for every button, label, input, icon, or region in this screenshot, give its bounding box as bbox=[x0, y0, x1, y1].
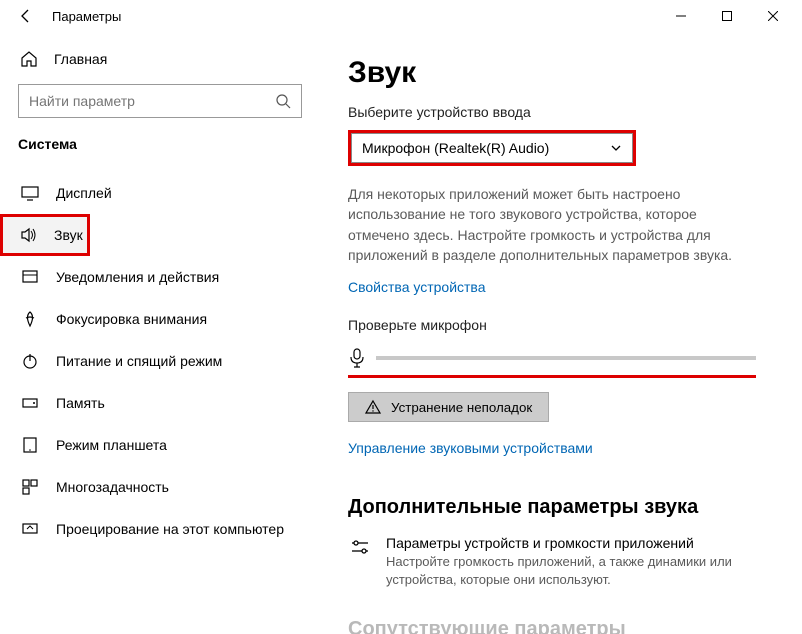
minimize-icon bbox=[676, 11, 686, 21]
nav-label: Питание и спящий режим bbox=[56, 353, 222, 369]
troubleshoot-label: Устранение неполадок bbox=[391, 400, 532, 415]
input-device-label: Выберите устройство ввода bbox=[348, 104, 774, 120]
app-volume-desc: Настройте громкость приложений, а также … bbox=[386, 553, 758, 589]
minimize-button[interactable] bbox=[658, 0, 704, 32]
chevron-down-icon bbox=[610, 142, 622, 154]
nav-label: Фокусировка внимания bbox=[56, 311, 207, 327]
microphone-icon bbox=[348, 347, 366, 369]
input-device-dropdown[interactable]: Микрофон (Realtek(R) Audio) bbox=[348, 130, 636, 166]
nav-label: Режим планшета bbox=[56, 437, 167, 453]
nav-focus[interactable]: Фокусировка внимания bbox=[0, 298, 320, 340]
nav-label: Память bbox=[56, 395, 105, 411]
arrow-left-icon bbox=[18, 8, 34, 24]
device-properties-link[interactable]: Свойства устройства bbox=[348, 279, 486, 295]
nav-label: Многозадачность bbox=[56, 479, 169, 495]
focus-icon bbox=[20, 310, 40, 328]
nav-label: Уведомления и действия bbox=[56, 269, 219, 285]
back-button[interactable] bbox=[6, 0, 46, 32]
search-icon bbox=[275, 93, 291, 109]
nav-sound[interactable]: Звук bbox=[0, 214, 90, 256]
sidebar-section-header: Система bbox=[0, 132, 320, 172]
manage-devices-link[interactable]: Управление звуковыми устройствами bbox=[348, 440, 593, 456]
nav-label: Звук bbox=[54, 227, 83, 243]
display-icon bbox=[20, 184, 40, 202]
home-icon bbox=[20, 50, 38, 68]
warning-icon bbox=[365, 399, 381, 415]
search-input-wrap[interactable] bbox=[18, 84, 302, 118]
nav-label: Дисплей bbox=[56, 185, 112, 201]
nav-label: Проецирование на этот компьютер bbox=[56, 521, 284, 537]
close-icon bbox=[768, 11, 778, 21]
nav-home[interactable]: Главная bbox=[0, 40, 320, 78]
close-button[interactable] bbox=[750, 0, 796, 32]
advanced-heading: Дополнительные параметры звука bbox=[348, 496, 774, 519]
nav-multitask[interactable]: Многозадачность bbox=[0, 466, 320, 508]
mic-level-bar bbox=[376, 356, 756, 360]
nav-display[interactable]: Дисплей bbox=[0, 172, 320, 214]
app-volume-settings[interactable]: Параметры устройств и громкости приложен… bbox=[348, 535, 758, 589]
input-device-value: Микрофон (Realtek(R) Audio) bbox=[362, 140, 549, 156]
input-description: Для некоторых приложений может быть наст… bbox=[348, 184, 758, 265]
sliders-icon bbox=[348, 537, 372, 589]
mic-level-row bbox=[348, 347, 756, 378]
storage-icon bbox=[20, 394, 40, 412]
page-title: Звук bbox=[348, 56, 774, 90]
maximize-icon bbox=[722, 11, 732, 21]
troubleshoot-button[interactable]: Устранение неполадок bbox=[348, 392, 549, 422]
nav-notifications[interactable]: Уведомления и действия bbox=[0, 256, 320, 298]
search-input[interactable] bbox=[29, 93, 275, 109]
window-title: Параметры bbox=[46, 9, 658, 24]
multitask-icon bbox=[20, 478, 40, 496]
maximize-button[interactable] bbox=[704, 0, 750, 32]
sound-icon bbox=[20, 226, 38, 244]
nav-tablet[interactable]: Режим планшета bbox=[0, 424, 320, 466]
app-volume-title: Параметры устройств и громкости приложен… bbox=[386, 535, 758, 551]
notifications-icon bbox=[20, 268, 40, 286]
nav-power[interactable]: Питание и спящий режим bbox=[0, 340, 320, 382]
tablet-icon bbox=[20, 436, 40, 454]
nav-projecting[interactable]: Проецирование на этот компьютер bbox=[0, 508, 320, 550]
sidebar: Главная Система Дисплей Звук Уведом bbox=[0, 32, 320, 634]
power-icon bbox=[20, 352, 40, 370]
nav-storage[interactable]: Память bbox=[0, 382, 320, 424]
projecting-icon bbox=[20, 520, 40, 538]
content-area: Звук Выберите устройство ввода Микрофон … bbox=[320, 32, 802, 634]
related-heading: Сопутствующие параметры bbox=[348, 618, 774, 634]
test-mic-label: Проверьте микрофон bbox=[348, 317, 774, 333]
nav-home-label: Главная bbox=[54, 51, 107, 67]
